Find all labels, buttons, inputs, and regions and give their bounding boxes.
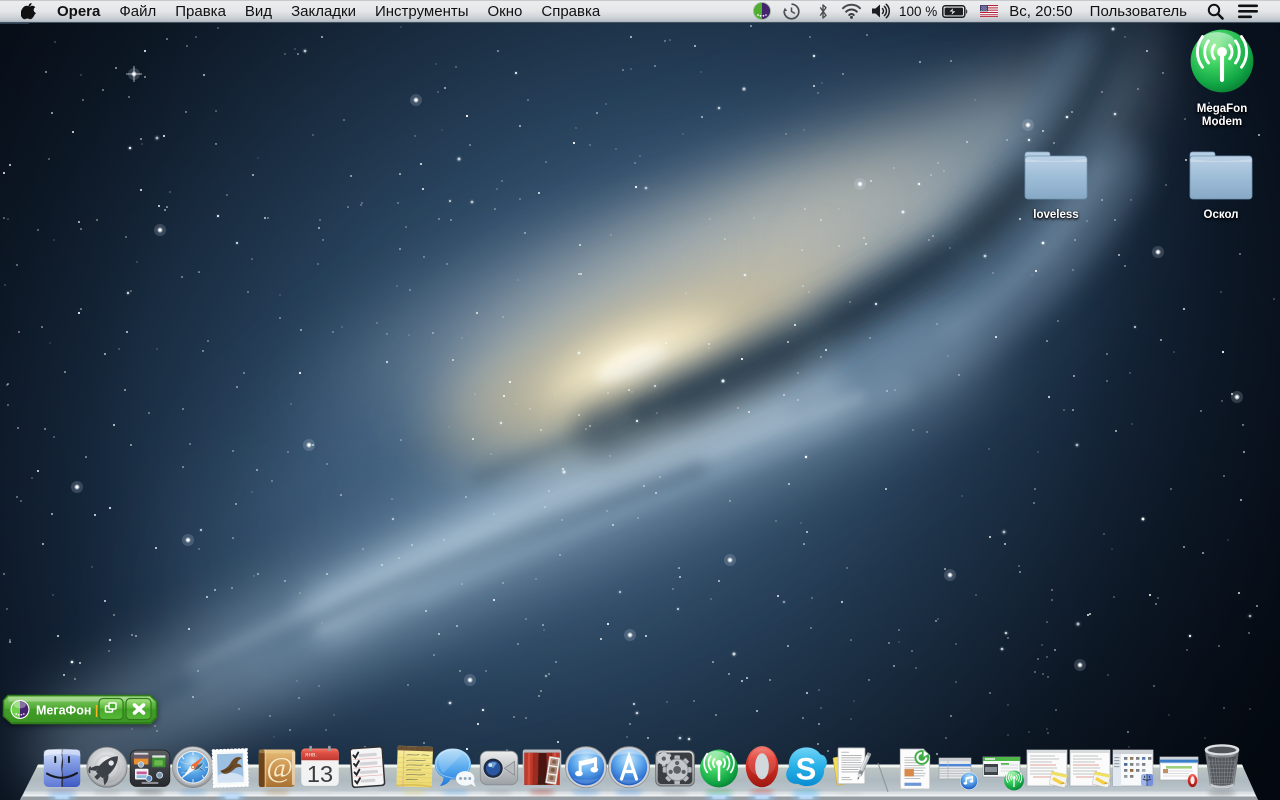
svg-text:янв.: янв. <box>305 752 317 759</box>
svg-text:S: S <box>796 752 817 787</box>
svg-text:МегаФон |: МегаФон | <box>36 704 98 718</box>
svg-text:@: @ <box>266 752 293 784</box>
svg-text:13: 13 <box>307 761 333 787</box>
